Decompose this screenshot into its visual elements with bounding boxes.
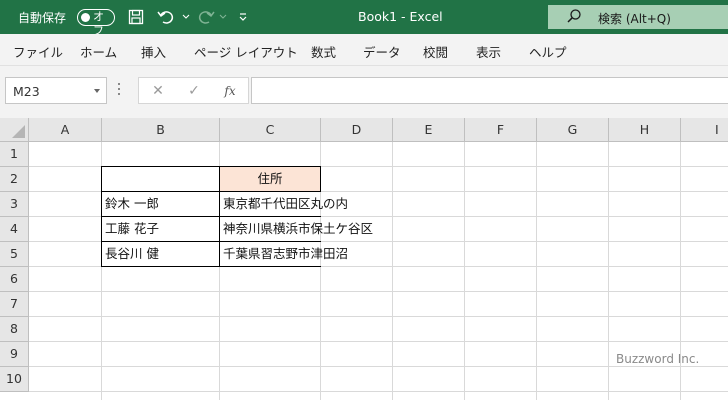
select-all-triangle-icon	[12, 125, 25, 138]
table-border	[101, 266, 321, 267]
formula-bar-area: M23 ✕ ✓ fx	[0, 66, 728, 118]
insert-function-button[interactable]: fx	[220, 82, 240, 100]
title-bar: 自動保存 オフ Book1 - Excel 検索 (Alt+Q)	[0, 0, 728, 37]
formula-buttons: ✕ ✓ fx	[138, 77, 249, 104]
name-box[interactable]: M23	[5, 77, 107, 104]
table-border	[101, 241, 321, 242]
gridline	[29, 316, 728, 317]
ribbon-tabs: ファイル ホーム 挿入 ページ レイアウト 数式 データ 校閲 表示 ヘルプ	[0, 34, 728, 66]
column-header-b[interactable]: B	[102, 118, 220, 142]
watermark: Buzzword Inc.	[616, 352, 700, 366]
column-header-g[interactable]: G	[537, 118, 609, 142]
window-title: Book1 - Excel	[358, 9, 443, 24]
tab-home[interactable]: ホーム	[80, 42, 117, 61]
enter-check-icon[interactable]: ✓	[184, 82, 204, 100]
search-icon	[567, 9, 581, 23]
table-border	[219, 166, 220, 267]
gridline	[464, 142, 465, 400]
table-border	[101, 216, 321, 217]
search-label: 検索 (Alt+Q)	[598, 12, 671, 26]
cell-b4[interactable]: 工藤 花子	[102, 217, 219, 242]
gridline	[29, 391, 728, 392]
undo-dropdown-icon[interactable]	[176, 7, 196, 27]
row-header-3[interactable]: 3	[0, 192, 29, 217]
row-header-4[interactable]: 4	[0, 217, 29, 242]
undo-icon[interactable]	[156, 7, 176, 27]
tab-page-layout[interactable]: ページ レイアウト	[194, 42, 298, 61]
chevron-down-icon[interactable]	[94, 89, 100, 93]
column-header-d[interactable]: D	[321, 118, 393, 142]
cell-b3[interactable]: 鈴木 一郎	[102, 192, 219, 217]
more-options-icon[interactable]	[118, 83, 121, 97]
gridline	[29, 366, 728, 367]
row-header-2[interactable]: 2	[0, 167, 29, 192]
column-header-h[interactable]: H	[609, 118, 681, 142]
gridline	[392, 142, 393, 400]
tab-insert[interactable]: 挿入	[141, 42, 166, 61]
search-box[interactable]: 検索 (Alt+Q)	[548, 5, 728, 29]
column-header-f[interactable]: F	[465, 118, 537, 142]
cell-c2[interactable]: 住所	[220, 167, 320, 191]
table-border	[101, 191, 321, 192]
cancel-icon[interactable]: ✕	[148, 82, 168, 100]
cell-b5[interactable]: 長谷川 健	[102, 242, 219, 267]
name-box-value: M23	[13, 84, 40, 99]
column-header-c[interactable]: C	[220, 118, 321, 142]
customize-toolbar-icon[interactable]	[233, 7, 253, 27]
table-border	[320, 166, 321, 192]
column-header-e[interactable]: E	[393, 118, 465, 142]
table-border	[101, 166, 102, 267]
gridline	[608, 142, 609, 400]
tab-help[interactable]: ヘルプ	[529, 42, 567, 61]
gridline	[536, 142, 537, 400]
cell-c5[interactable]: 千葉県習志野市津田沼	[220, 242, 348, 267]
row-header-8[interactable]: 8	[0, 317, 29, 342]
select-all-button[interactable]	[0, 118, 29, 142]
redo-dropdown-icon[interactable]	[213, 7, 233, 27]
column-header-a[interactable]: A	[29, 118, 102, 142]
row-header-10[interactable]: 10	[0, 367, 29, 392]
cell-c4[interactable]: 神奈川県横浜市保土ケ谷区	[220, 217, 373, 242]
table-border	[101, 166, 321, 167]
row-header-7[interactable]: 7	[0, 292, 29, 317]
tab-data[interactable]: データ	[363, 42, 401, 61]
tab-review[interactable]: 校閲	[423, 42, 448, 61]
cell-c3[interactable]: 東京都千代田区丸の内	[220, 192, 348, 217]
gridline	[29, 291, 728, 292]
row-header-5[interactable]: 5	[0, 242, 29, 267]
toggle-knob	[81, 12, 90, 22]
gridline	[29, 341, 728, 342]
formula-input[interactable]	[251, 77, 728, 104]
save-icon[interactable]	[126, 7, 146, 27]
autosave-toggle[interactable]: オフ	[77, 9, 115, 37]
autosave-label: 自動保存	[18, 11, 67, 25]
tab-file[interactable]: ファイル	[13, 42, 63, 61]
row-header-6[interactable]: 6	[0, 267, 29, 292]
tab-view[interactable]: 表示	[476, 42, 501, 61]
row-header-1[interactable]: 1	[0, 142, 29, 167]
tab-formulas[interactable]: 数式	[311, 42, 336, 61]
row-header-9[interactable]: 9	[0, 342, 29, 367]
column-header-i[interactable]: I	[681, 118, 728, 142]
